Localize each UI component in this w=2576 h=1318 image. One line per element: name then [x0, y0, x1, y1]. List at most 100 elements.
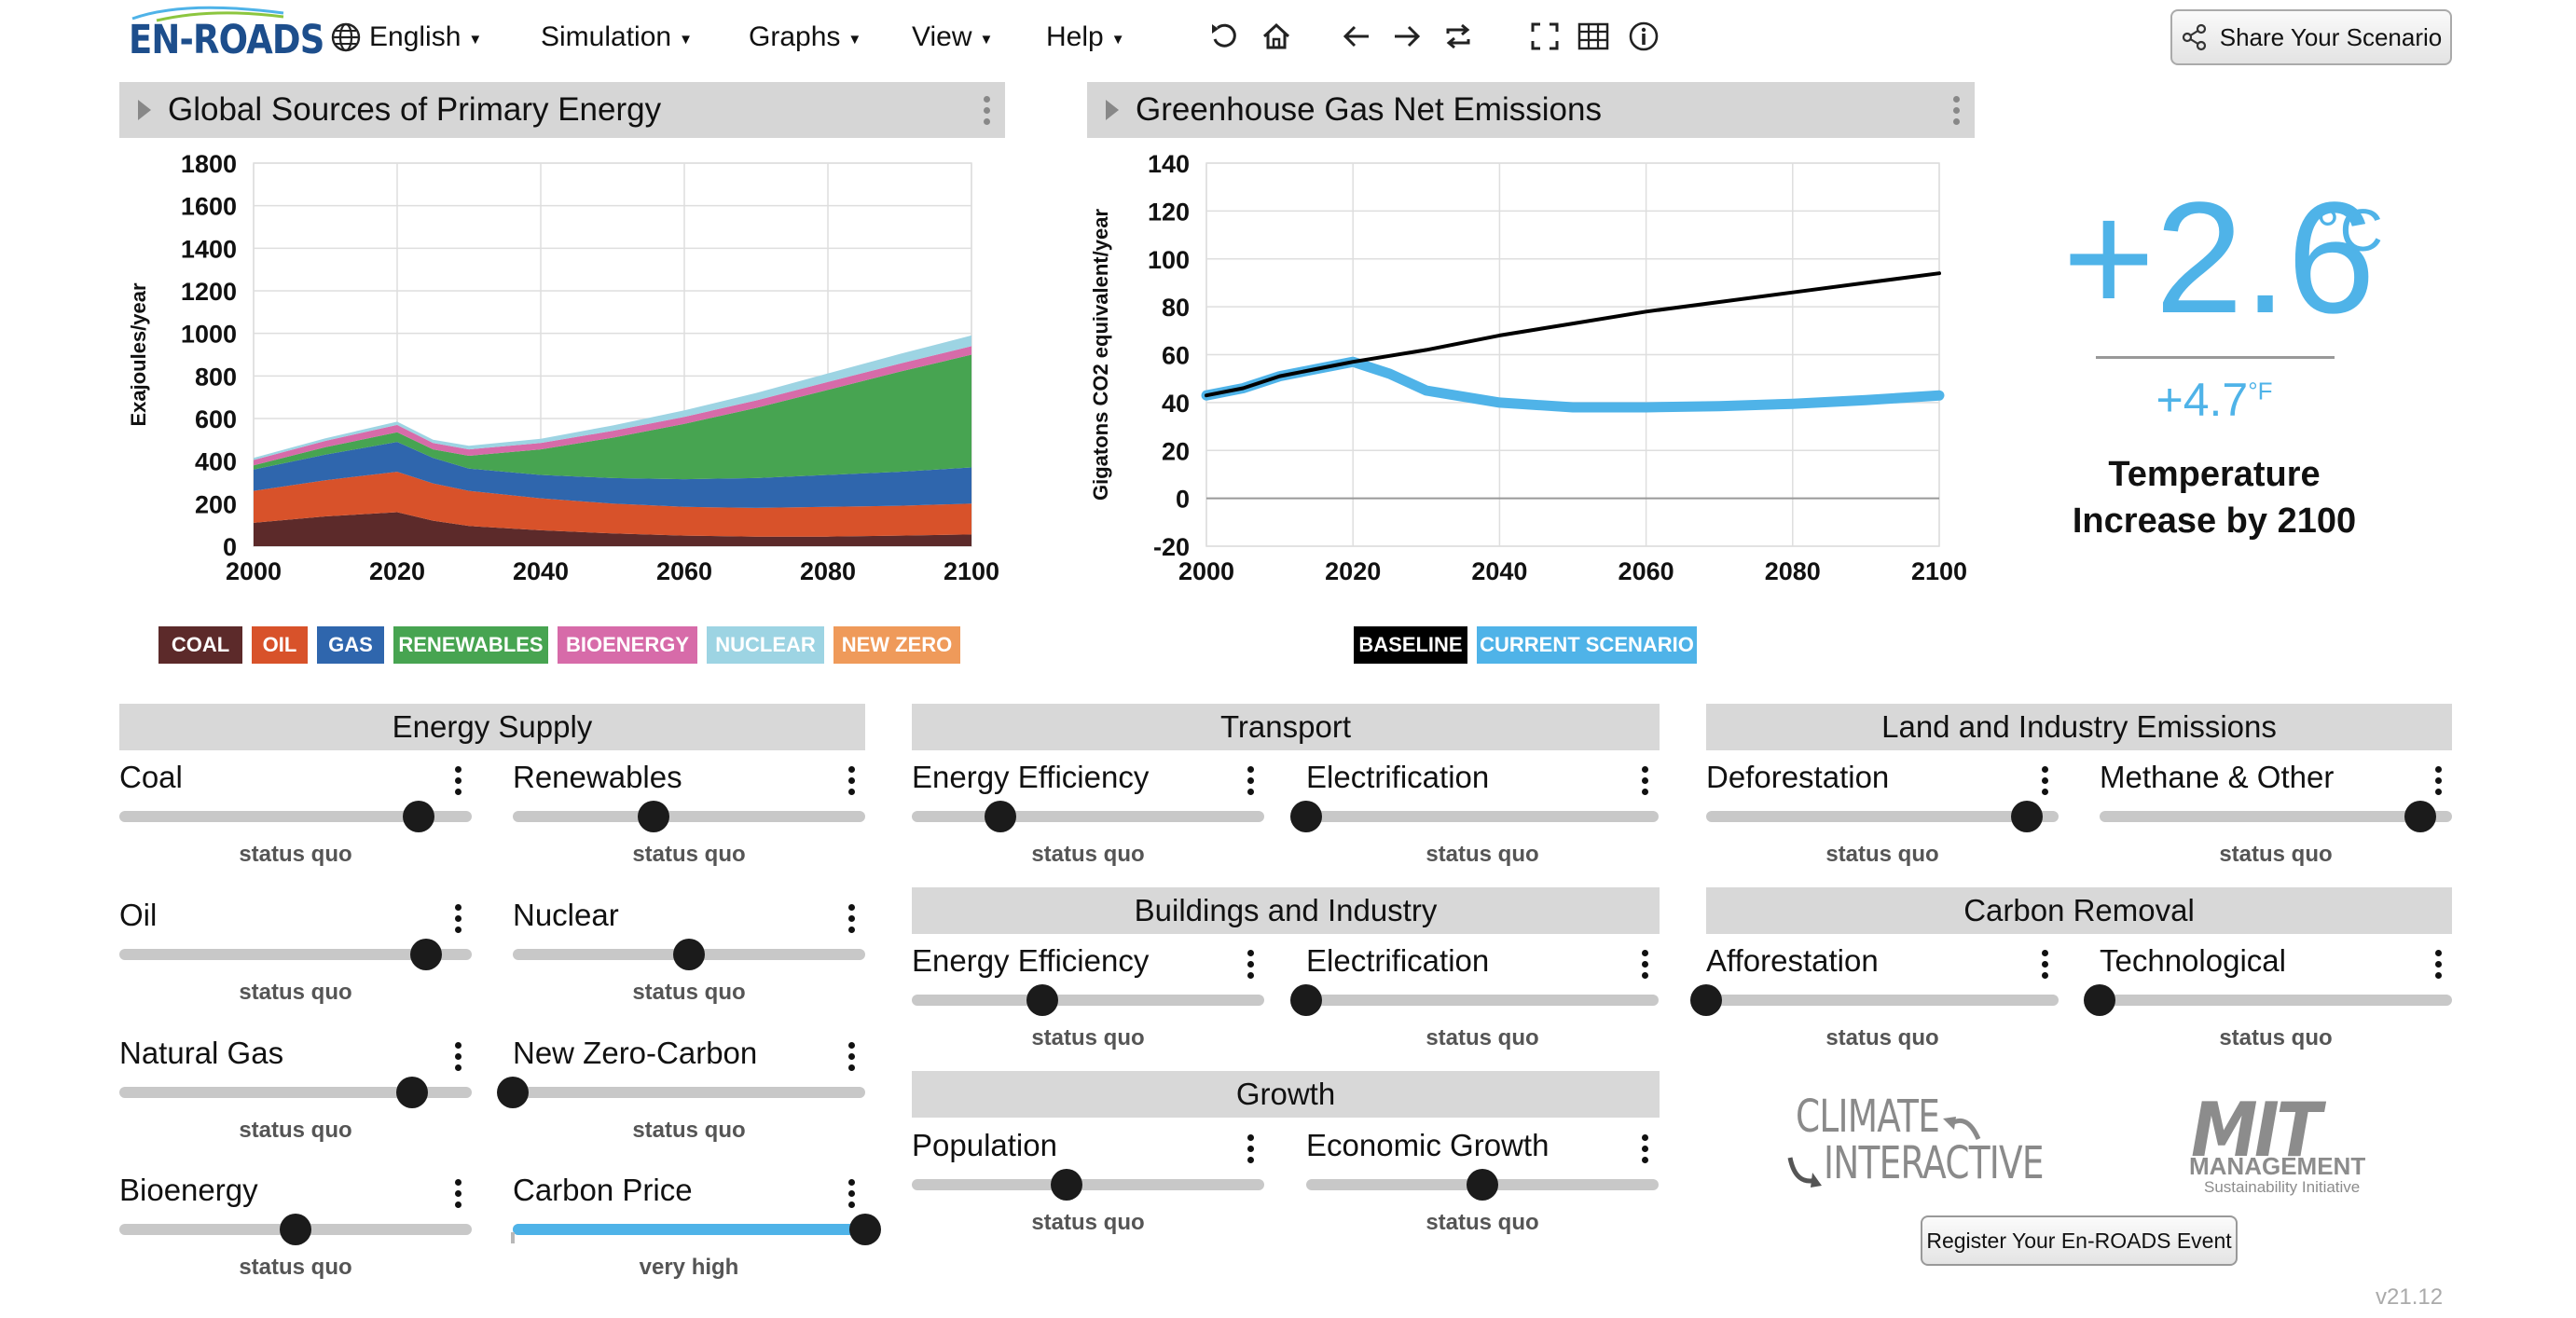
slider-track[interactable]	[2100, 995, 2452, 1006]
slider-options-icon[interactable]	[2424, 943, 2452, 984]
slider-track[interactable]	[912, 1179, 1264, 1190]
legend-oil[interactable]: OIL	[252, 626, 308, 664]
back-button[interactable]	[1337, 17, 1376, 56]
x-tick-label: 2060	[1619, 557, 1674, 585]
y-tick-label: 400	[195, 448, 237, 476]
slider-options-icon[interactable]	[837, 1036, 865, 1077]
slider-options-icon[interactable]	[837, 898, 865, 939]
graphs-menu[interactable]: Graphs ▼	[749, 17, 861, 58]
slider-options-icon[interactable]	[444, 898, 472, 939]
slider-track[interactable]	[1306, 995, 1659, 1006]
slider-options-icon[interactable]	[1631, 943, 1659, 984]
slider-thumb[interactable]	[2011, 801, 2043, 832]
slider-thumb[interactable]	[497, 1077, 529, 1108]
simulation-menu[interactable]: Simulation ▼	[541, 17, 693, 58]
x-tick-label: 2020	[1325, 557, 1381, 585]
primary-energy-graph-header[interactable]: Global Sources of Primary Energy	[119, 82, 1005, 138]
y-tick-label: 1600	[181, 193, 237, 221]
temperature-fahrenheit-value: +4.7	[2156, 374, 2249, 426]
slider-options-icon[interactable]	[1631, 760, 1659, 801]
share-scenario-button[interactable]: Share Your Scenario	[2170, 9, 2452, 65]
slider-options-icon[interactable]	[444, 1173, 472, 1214]
expand-triangle-icon[interactable]	[1106, 100, 1119, 120]
view-menu[interactable]: View ▼	[912, 17, 993, 58]
legend-bioenergy[interactable]: BIOENERGY	[558, 626, 697, 664]
slider-thumb[interactable]	[410, 939, 442, 970]
language-menu[interactable]: English ▼	[330, 17, 482, 58]
slider-track[interactable]	[1706, 811, 2059, 822]
legend-renewables[interactable]: RENEWABLES	[393, 626, 548, 664]
forward-button[interactable]	[1387, 17, 1426, 56]
y-tick-label: 600	[195, 405, 237, 433]
graph-options-icon[interactable]	[968, 82, 1005, 138]
slider-track[interactable]	[1306, 811, 1659, 822]
slider-thumb[interactable]	[1690, 984, 1722, 1016]
slider-thumb[interactable]	[1051, 1169, 1082, 1201]
slider-options-icon[interactable]	[444, 1036, 472, 1077]
slider-thumb[interactable]	[638, 801, 669, 832]
info-button[interactable]	[1624, 17, 1663, 56]
slider-options-icon[interactable]	[2031, 943, 2059, 984]
climate-interactive-logo[interactable]: CLIMATE INTERACTIVE	[1784, 1091, 2046, 1195]
slider-track[interactable]	[912, 995, 1264, 1006]
globe-icon	[331, 22, 361, 52]
legend-new-zero[interactable]: NEW ZERO	[833, 626, 960, 664]
slider-thumb[interactable]	[849, 1214, 881, 1245]
logo-text: EN-ROADS	[129, 17, 324, 63]
slider-track[interactable]	[1706, 995, 2059, 1006]
slider-track[interactable]	[513, 1087, 865, 1098]
slider-options-icon[interactable]	[1236, 760, 1264, 801]
y-tick-label: 800	[195, 363, 237, 391]
table-button[interactable]	[1574, 17, 1613, 56]
register-event-button[interactable]: Register Your En-ROADS Event	[1921, 1215, 2238, 1266]
slider-status: status quo	[1825, 842, 1939, 867]
legend-current-scenario[interactable]: CURRENT SCENARIO	[1477, 626, 1697, 664]
slider-thumb[interactable]	[280, 1214, 311, 1245]
expand-triangle-icon[interactable]	[138, 100, 151, 120]
share-scenario-label: Share Your Scenario	[2219, 22, 2443, 51]
legend-baseline[interactable]: BASELINE	[1354, 626, 1467, 664]
bioenergy-slider: Bioenergy status quo	[119, 1173, 472, 1294]
slider-thumb[interactable]	[1467, 1169, 1498, 1201]
mit-management-logo[interactable]: MIT MANAGEMENT Sustainability Initiative	[2185, 1087, 2390, 1199]
x-tick-label: 2020	[369, 557, 425, 585]
section-carbon-removal: Carbon Removal	[1706, 887, 2452, 934]
emissions-graph-header[interactable]: Greenhouse Gas Net Emissions	[1087, 82, 1975, 138]
slider-thumb[interactable]	[985, 801, 1016, 832]
undo-button[interactable]	[1205, 17, 1244, 56]
en-roads-logo[interactable]: EN-ROADS	[129, 4, 324, 63]
slider-thumb[interactable]	[396, 1077, 428, 1108]
slider-thumb[interactable]	[1026, 984, 1058, 1016]
compare-button[interactable]	[1439, 17, 1478, 56]
slider-options-icon[interactable]	[444, 760, 472, 801]
legend-nuclear[interactable]: NUCLEAR	[707, 626, 824, 664]
slider-options-icon[interactable]	[837, 760, 865, 801]
fullscreen-button[interactable]	[1525, 17, 1564, 56]
slider-track[interactable]	[513, 811, 865, 822]
y-tick-label: 200	[195, 490, 237, 518]
legend-gas[interactable]: GAS	[317, 626, 384, 664]
slider-thumb[interactable]	[2404, 801, 2436, 832]
y-tick-label: 40	[1162, 390, 1190, 418]
slider-thumb[interactable]	[1290, 984, 1322, 1016]
energy-efficiency-label: Energy Efficiency	[912, 943, 1150, 978]
slider-thumb[interactable]	[1290, 801, 1322, 832]
slider-track[interactable]	[912, 811, 1264, 822]
slider-track[interactable]	[2100, 811, 2452, 822]
graph-options-icon[interactable]	[1937, 82, 1975, 138]
legend-coal[interactable]: COAL	[158, 626, 242, 664]
slider-thumb[interactable]	[673, 939, 705, 970]
energy-efficiency-label: Energy Efficiency	[912, 760, 1150, 794]
slider-thumb[interactable]	[2084, 984, 2115, 1016]
slider-options-icon[interactable]	[2424, 760, 2452, 801]
slider-options-icon[interactable]	[2031, 760, 2059, 801]
slider-options-icon[interactable]	[1236, 1128, 1264, 1169]
slider-options-icon[interactable]	[1236, 943, 1264, 984]
slider-options-icon[interactable]	[837, 1173, 865, 1214]
x-tick-label: 2040	[1471, 557, 1527, 585]
slider-thumb[interactable]	[403, 801, 434, 832]
help-menu[interactable]: Help ▼	[1046, 17, 1125, 58]
slider-options-icon[interactable]	[1631, 1128, 1659, 1169]
language-menu-label: English	[369, 21, 461, 52]
home-button[interactable]	[1257, 17, 1296, 56]
